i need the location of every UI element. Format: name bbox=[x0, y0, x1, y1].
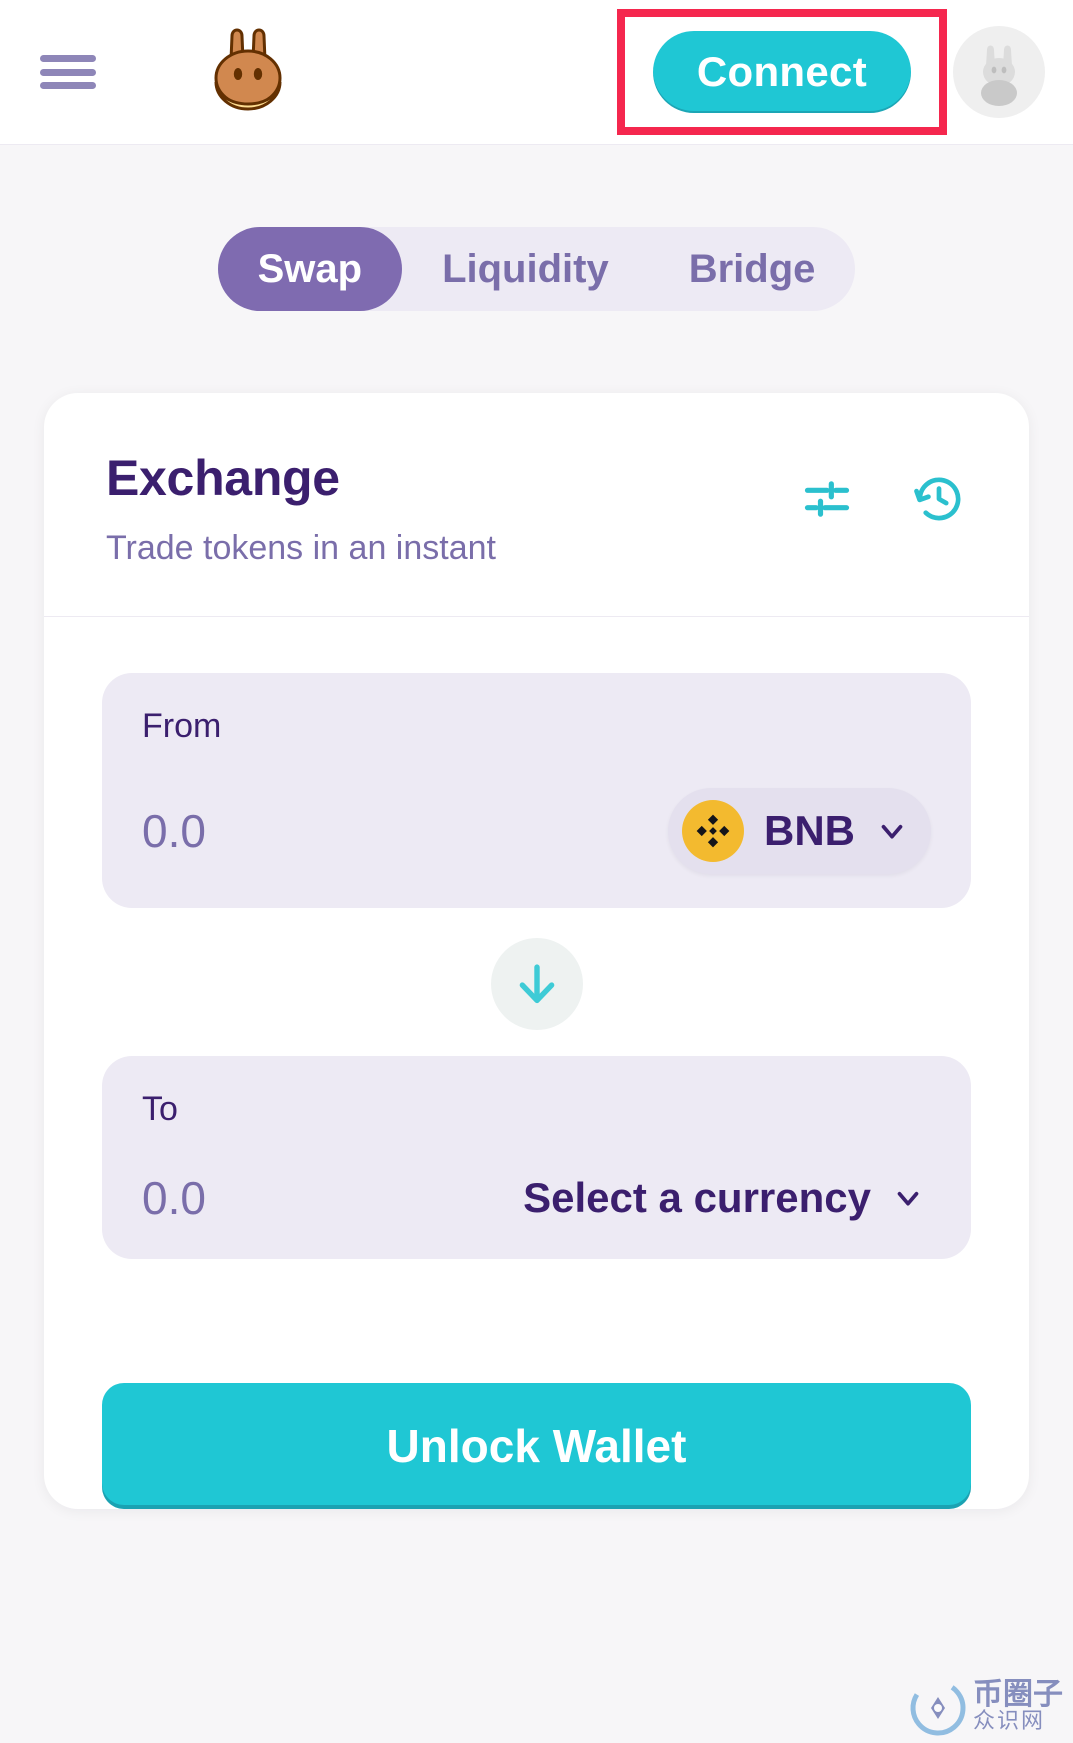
hamburger-bar bbox=[40, 82, 96, 89]
tabs-container: Swap Liquidity Bridge bbox=[217, 227, 856, 311]
from-token-label: BNB bbox=[764, 807, 855, 854]
tab-liquidity[interactable]: Liquidity bbox=[402, 227, 649, 311]
from-panel: From 0.0 BNB bbox=[102, 673, 971, 908]
history-clock-svg bbox=[914, 477, 961, 521]
bnb-logo-svg bbox=[696, 814, 730, 848]
page-title: Exchange bbox=[106, 450, 340, 506]
watermark-top-text: 币圈子 bbox=[973, 1678, 1063, 1711]
bunny-logo-svg bbox=[214, 28, 282, 111]
history-clock-icon[interactable] bbox=[911, 471, 967, 527]
unlock-wallet-button[interactable]: Unlock Wallet bbox=[102, 1383, 971, 1509]
from-amount-input[interactable] bbox=[142, 804, 442, 858]
to-panel: To Select a currency bbox=[102, 1056, 971, 1259]
exchange-header-text: Exchange Trade tokens in an instant bbox=[106, 449, 799, 568]
pancakeswap-bunny-logo[interactable] bbox=[196, 20, 300, 124]
cta-wrap: Unlock Wallet bbox=[44, 1383, 1029, 1509]
avatar-bunny-svg bbox=[981, 45, 1017, 106]
from-token-select[interactable]: BNB bbox=[668, 788, 931, 874]
to-token-select[interactable]: Select a currency bbox=[523, 1174, 931, 1222]
bunny-avatar-icon[interactable] bbox=[953, 26, 1045, 118]
connect-highlight-box: Connect bbox=[616, 9, 947, 135]
hamburger-menu-icon[interactable] bbox=[40, 49, 96, 95]
exchange-card-body: From 0.0 BNB To 0.0 Select a currency bbox=[44, 617, 1029, 1321]
connect-wallet-button[interactable]: Connect bbox=[652, 31, 911, 113]
sliders-settings-icon[interactable] bbox=[799, 471, 855, 527]
binance-bnb-icon bbox=[682, 800, 744, 862]
to-token-label: Select a currency bbox=[523, 1174, 871, 1221]
from-row: BNB bbox=[142, 788, 931, 874]
hamburger-bar bbox=[40, 55, 96, 62]
sliders-settings-svg bbox=[804, 481, 850, 517]
pancakeswap-app: Connect Swap Liquidity Bridge Exchange T… bbox=[0, 0, 1073, 1743]
chevron-down-icon bbox=[881, 824, 903, 839]
chevron-down-icon bbox=[897, 1191, 919, 1206]
tab-swap[interactable]: Swap bbox=[217, 227, 403, 311]
watermark-logo-icon bbox=[910, 1680, 966, 1736]
watermark-text: 币圈子 众识网 bbox=[973, 1680, 1063, 1732]
to-row: Select a currency bbox=[142, 1171, 931, 1225]
site-watermark: 币圈子 众识网 bbox=[907, 1675, 1063, 1737]
hamburger-bar bbox=[40, 68, 96, 76]
app-header: Connect bbox=[0, 0, 1073, 145]
switch-tokens-button[interactable] bbox=[490, 938, 583, 1030]
exchange-card: Exchange Trade tokens in an instant From… bbox=[44, 393, 1029, 1509]
to-amount-input[interactable] bbox=[142, 1171, 442, 1225]
card-action-icons bbox=[799, 449, 967, 527]
switch-direction-row bbox=[102, 938, 971, 1030]
arrow-down-icon bbox=[519, 964, 554, 1004]
exchange-card-header: Exchange Trade tokens in an instant bbox=[44, 393, 1029, 617]
tab-bridge[interactable]: Bridge bbox=[649, 227, 856, 311]
swap-nav-tabs: Swap Liquidity Bridge bbox=[0, 227, 1073, 311]
page-subtitle: Trade tokens in an instant bbox=[106, 529, 496, 567]
from-label: From bbox=[142, 707, 222, 745]
watermark-bottom-text: 众识网 bbox=[973, 1708, 1046, 1733]
to-label: To bbox=[142, 1090, 178, 1128]
